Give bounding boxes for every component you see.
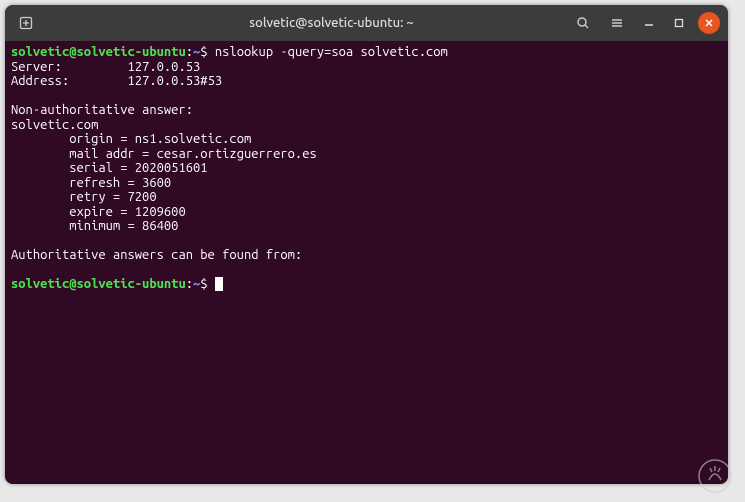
soa-serial: serial = 2020051601 <box>69 161 207 175</box>
output-domain: solvetic.com <box>11 118 98 132</box>
new-tab-button[interactable] <box>13 10 39 36</box>
prompt-symbol: $ <box>200 45 207 59</box>
terminal-body[interactable]: solvetic@solvetic-ubuntu:~$ nslookup -qu… <box>5 41 728 484</box>
prompt-user-2: solvetic@solvetic-ubuntu <box>11 277 186 291</box>
cursor <box>215 277 223 291</box>
prompt-user: solvetic@solvetic-ubuntu <box>11 45 186 59</box>
titlebar: solvetic@solvetic-ubuntu: ~ <box>5 5 728 41</box>
prompt-colon: : <box>186 45 193 59</box>
output-server-value: 127.0.0.53 <box>128 60 201 74</box>
titlebar-left <box>13 10 93 36</box>
close-button[interactable] <box>698 12 720 34</box>
titlebar-right <box>570 10 720 36</box>
output-address-value: 127.0.0.53#53 <box>128 74 223 88</box>
soa-minimum: minimum = 86400 <box>69 219 178 233</box>
window-title: solvetic@solvetic-ubuntu: ~ <box>99 16 564 30</box>
maximize-button[interactable] <box>668 12 690 34</box>
menu-button[interactable] <box>604 10 630 36</box>
terminal-window: solvetic@solvetic-ubuntu: ~ <box>5 5 728 484</box>
soa-origin: origin = ns1.solvetic.com <box>69 132 251 146</box>
output-address-label: Address: <box>11 74 69 88</box>
prompt-symbol-2: $ <box>200 277 207 291</box>
output-nonauth-header: Non-authoritative answer: <box>11 103 193 117</box>
output-auth-footer: Authoritative answers can be found from: <box>11 248 302 262</box>
soa-retry: retry = 7200 <box>69 190 156 204</box>
watermark-icon <box>697 458 733 494</box>
minimize-button[interactable] <box>638 12 660 34</box>
command-text: nslookup -query=soa solvetic.com <box>215 45 448 59</box>
soa-refresh: refresh = 3600 <box>69 176 171 190</box>
soa-expire: expire = 1209600 <box>69 205 185 219</box>
soa-mail-addr: mail addr = cesar.ortizguerrero.es <box>69 147 317 161</box>
output-server-label: Server: <box>11 60 62 74</box>
prompt-colon-2: : <box>186 277 193 291</box>
search-button[interactable] <box>570 10 596 36</box>
